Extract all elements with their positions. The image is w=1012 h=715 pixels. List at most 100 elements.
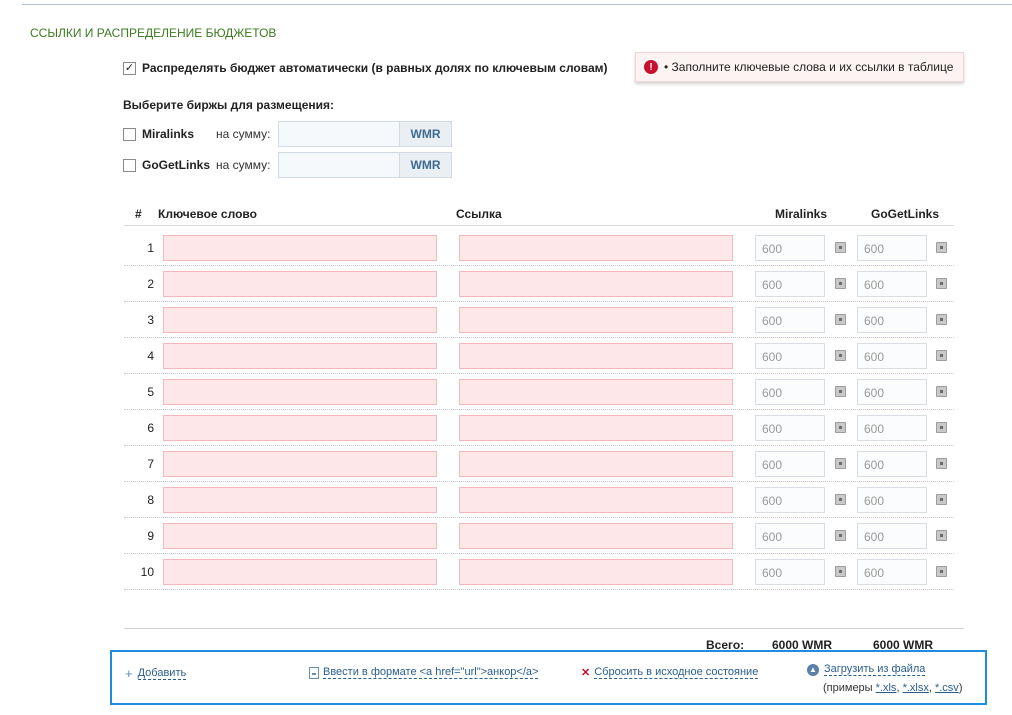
- keyword-input[interactable]: [163, 415, 437, 441]
- auto-distribute-row[interactable]: ✓ Распределять бюджет автоматически (в р…: [123, 61, 608, 75]
- gogetlinks-checkbox[interactable]: [123, 158, 136, 172]
- gogetlinks-amount-input[interactable]: 600: [857, 271, 927, 297]
- example-xlsx-link[interactable]: *.xlsx: [903, 682, 929, 694]
- keyword-input[interactable]: [163, 487, 437, 513]
- miralinks-lock-icon[interactable]: [835, 566, 846, 577]
- keyword-input[interactable]: [163, 343, 437, 369]
- gogetlinks-lock-icon[interactable]: [936, 422, 947, 433]
- miralinks-label[interactable]: Miralinks: [142, 127, 216, 141]
- enter-format-button[interactable]: Ввести в формате <a href="url">анкор</a>: [309, 666, 539, 679]
- upload-file-button[interactable]: ▲ Загрузить из файла: [807, 663, 926, 676]
- add-row-button[interactable]: + Добавить: [125, 666, 187, 681]
- gogetlinks-amount-input[interactable]: 600: [857, 487, 927, 513]
- header-keyword: Ключевое слово: [158, 207, 257, 221]
- link-input[interactable]: [459, 343, 733, 369]
- miralinks-amount-input[interactable]: 600: [755, 559, 825, 585]
- link-input[interactable]: [459, 379, 733, 405]
- gogetlinks-label[interactable]: GoGetLinks: [142, 158, 216, 172]
- miralinks-sum-input[interactable]: [278, 121, 400, 147]
- gogetlinks-amount-input[interactable]: 600: [857, 235, 927, 261]
- keyword-input[interactable]: [163, 523, 437, 549]
- keyword-input[interactable]: [163, 235, 437, 261]
- miralinks-checkbox[interactable]: [123, 127, 136, 141]
- table-row: 3 600 600: [0, 307, 1012, 343]
- miralinks-lock-icon[interactable]: [835, 314, 846, 325]
- reset-button[interactable]: ✕ Сбросить в исходное состояние: [581, 666, 759, 679]
- link-input[interactable]: [459, 523, 733, 549]
- gogetlinks-amount-input[interactable]: 600: [857, 523, 927, 549]
- miralinks-lock-icon[interactable]: [835, 458, 846, 469]
- gogetlinks-amount-input[interactable]: 600: [857, 559, 927, 585]
- exchange-row-gogetlinks: GoGetLinks на сумму: WMR: [123, 152, 452, 178]
- miralinks-lock-icon[interactable]: [835, 530, 846, 541]
- row-divider: [124, 265, 954, 266]
- miralinks-amount-input[interactable]: 600: [755, 343, 825, 369]
- reset-label[interactable]: Сбросить в исходное состояние: [594, 666, 759, 679]
- keyword-input[interactable]: [163, 379, 437, 405]
- miralinks-lock-icon[interactable]: [835, 494, 846, 505]
- link-input[interactable]: [459, 235, 733, 261]
- gogetlinks-lock-icon[interactable]: [936, 494, 947, 505]
- gogetlinks-lock-icon[interactable]: [936, 530, 947, 541]
- miralinks-lock-icon[interactable]: [835, 386, 846, 397]
- keyword-input[interactable]: [163, 307, 437, 333]
- keyword-input[interactable]: [163, 271, 437, 297]
- auto-distribute-label[interactable]: Распределять бюджет автоматически (в рав…: [142, 61, 608, 75]
- miralinks-lock-icon[interactable]: [835, 422, 846, 433]
- miralinks-sum-label: на сумму:: [216, 127, 271, 141]
- gogetlinks-amount-input[interactable]: 600: [857, 415, 927, 441]
- miralinks-amount-input[interactable]: 600: [755, 379, 825, 405]
- link-input[interactable]: [459, 307, 733, 333]
- miralinks-amount-input[interactable]: 600: [755, 487, 825, 513]
- gogetlinks-currency-button[interactable]: WMR: [400, 152, 452, 178]
- enter-format-label[interactable]: Ввести в формате <a href="url">анкор</a>: [323, 666, 539, 679]
- table-row: 10 600 600: [0, 559, 1012, 595]
- miralinks-lock-icon[interactable]: [835, 242, 846, 253]
- row-divider: [124, 373, 954, 374]
- gogetlinks-lock-icon[interactable]: [936, 386, 947, 397]
- examples-prefix: (примеры: [823, 682, 873, 694]
- miralinks-amount-input[interactable]: 600: [755, 235, 825, 261]
- exchanges-title: Выберите биржы для размещения:: [123, 98, 335, 112]
- gogetlinks-amount-input[interactable]: 600: [857, 343, 927, 369]
- miralinks-amount-input[interactable]: 600: [755, 451, 825, 477]
- link-input[interactable]: [459, 487, 733, 513]
- row-divider: [124, 481, 954, 482]
- miralinks-amount-input[interactable]: 600: [755, 415, 825, 441]
- gogetlinks-sum-label: на сумму:: [216, 158, 271, 172]
- upload-label[interactable]: Загрузить из файла: [824, 663, 926, 676]
- link-input[interactable]: [459, 451, 733, 477]
- link-input[interactable]: [459, 415, 733, 441]
- miralinks-currency-button[interactable]: WMR: [400, 121, 452, 147]
- gogetlinks-lock-icon[interactable]: [936, 314, 947, 325]
- miralinks-amount-input[interactable]: 600: [755, 271, 825, 297]
- gogetlinks-lock-icon[interactable]: [936, 566, 947, 577]
- header-num: #: [135, 207, 142, 221]
- close-icon: ✕: [581, 667, 591, 679]
- table-row: 4 600 600: [0, 343, 1012, 379]
- auto-distribute-checkbox[interactable]: ✓: [123, 61, 136, 75]
- link-input[interactable]: [459, 271, 733, 297]
- link-input[interactable]: [459, 559, 733, 585]
- gogetlinks-amount-input[interactable]: 600: [857, 379, 927, 405]
- row-divider: [124, 517, 954, 518]
- gogetlinks-lock-icon[interactable]: [936, 350, 947, 361]
- example-csv-link[interactable]: *.csv: [935, 682, 959, 694]
- gogetlinks-lock-icon[interactable]: [936, 458, 947, 469]
- table-row: 9 600 600: [0, 523, 1012, 559]
- header-miralinks: Miralinks: [775, 207, 828, 221]
- error-icon: !: [644, 60, 658, 74]
- miralinks-amount-input[interactable]: 600: [755, 523, 825, 549]
- miralinks-lock-icon[interactable]: [835, 278, 846, 289]
- add-row-label[interactable]: Добавить: [137, 667, 187, 680]
- miralinks-amount-input[interactable]: 600: [755, 307, 825, 333]
- keyword-input[interactable]: [163, 451, 437, 477]
- gogetlinks-amount-input[interactable]: 600: [857, 307, 927, 333]
- gogetlinks-sum-input[interactable]: [278, 152, 400, 178]
- gogetlinks-lock-icon[interactable]: [936, 242, 947, 253]
- example-xls-link[interactable]: *.xls: [876, 682, 897, 694]
- gogetlinks-amount-input[interactable]: 600: [857, 451, 927, 477]
- gogetlinks-lock-icon[interactable]: [936, 278, 947, 289]
- keyword-input[interactable]: [163, 559, 437, 585]
- miralinks-lock-icon[interactable]: [835, 350, 846, 361]
